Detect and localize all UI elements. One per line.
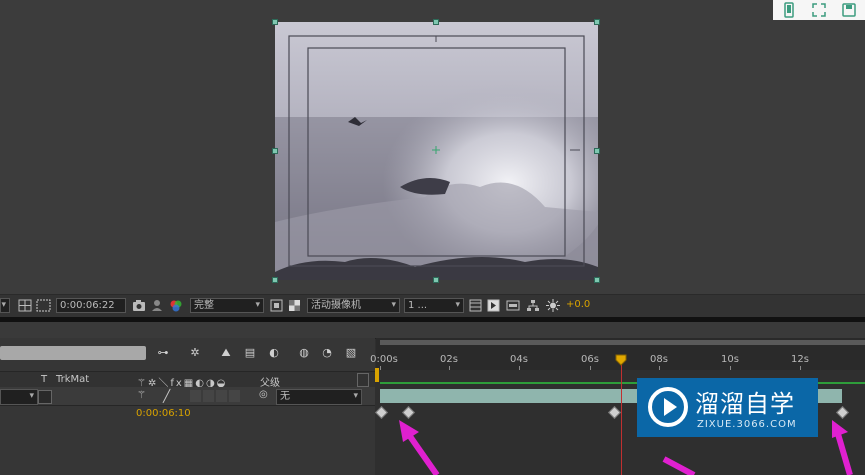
mask-visibility-icon[interactable] xyxy=(36,299,51,312)
work-area-bar[interactable] xyxy=(380,340,865,345)
viewer-toolbar: 0:00:06:22 完整 活动摄像机 1 ... +0.0 xyxy=(0,294,865,317)
camera-view-dropdown[interactable]: 活动摄像机 xyxy=(307,298,400,313)
ruler-tick xyxy=(659,366,660,370)
transform-handle-bottom-left[interactable] xyxy=(272,277,278,283)
motion-blur-switch[interactable] xyxy=(216,390,227,402)
trkmat-column-label: TrkMat xyxy=(56,374,90,385)
frame-blending-icon[interactable]: ▤ xyxy=(242,346,258,360)
ruler-tick xyxy=(380,366,381,370)
exposure-value[interactable]: +0.0 xyxy=(566,299,590,314)
keyframe-property-row: 0:00:06:10 xyxy=(0,405,375,421)
ruler-label: 08s xyxy=(650,354,668,365)
magnification-dropdown[interactable] xyxy=(0,298,10,313)
composition-mini-flowchart-icon[interactable]: ⊶ xyxy=(155,346,171,360)
motion-blur-icon[interactable]: ◐ xyxy=(266,346,282,360)
transform-handle-top-left[interactable] xyxy=(272,19,278,25)
layer-mode-dropdown[interactable] xyxy=(0,389,38,405)
graph-editor-icon[interactable]: ▧ xyxy=(343,346,359,360)
ruler-label: 12s xyxy=(791,354,809,365)
fast-preview-icon[interactable] xyxy=(487,299,500,312)
transform-handle-right[interactable] xyxy=(594,148,600,154)
ruler-label: 02s xyxy=(440,354,458,365)
track-matte-t-label: T xyxy=(41,374,48,385)
snapshot-camera-icon[interactable] xyxy=(132,299,146,312)
current-time-indicator-line xyxy=(621,362,622,475)
ruler-tick xyxy=(800,366,801,370)
shy-switch-icon[interactable]: ⚚ xyxy=(137,390,146,401)
property-time-value[interactable]: 0:00:06:10 xyxy=(136,408,191,419)
column-resize-box[interactable] xyxy=(357,373,369,387)
flowchart-icon[interactable] xyxy=(526,299,540,312)
transform-handle-top-right[interactable] xyxy=(594,19,600,25)
ruler-tick xyxy=(449,366,450,370)
grid-guides-icon[interactable] xyxy=(18,299,32,312)
current-time-indicator[interactable] xyxy=(615,354,627,366)
watermark-title: 溜溜自学 xyxy=(695,390,795,418)
show-snapshot-icon[interactable] xyxy=(151,299,163,312)
current-time-field[interactable]: 0:00:06:22 xyxy=(56,298,126,313)
annotation-arrow xyxy=(662,456,696,475)
transform-handle-top[interactable] xyxy=(433,19,439,25)
brainstorm-icon[interactable]: ◍ xyxy=(296,346,312,360)
save-icon[interactable] xyxy=(841,2,857,18)
annotation-arrow xyxy=(832,420,853,475)
corner-toolbar xyxy=(773,0,865,20)
channel-rgb-icon[interactable] xyxy=(169,299,183,312)
ruler-tick xyxy=(590,366,591,370)
ruler-label: 06s xyxy=(581,354,599,365)
play-logo-icon xyxy=(648,387,688,427)
phone-icon[interactable] xyxy=(781,2,797,18)
pick-whip-icon[interactable]: ◎ xyxy=(259,389,268,400)
parent-dropdown[interactable]: 无 xyxy=(276,389,362,405)
frame-blend-switch[interactable] xyxy=(203,390,214,402)
fullscreen-icon[interactable] xyxy=(811,2,827,18)
transform-handle-left[interactable] xyxy=(272,148,278,154)
exposure-icon[interactable] xyxy=(546,299,560,312)
ruler-label: 04s xyxy=(510,354,528,365)
ruler-label: 10s xyxy=(721,354,739,365)
watermark-logo: 溜溜自学 ZIXUE.3066.COM xyxy=(637,378,818,437)
transparency-grid-icon[interactable] xyxy=(288,299,301,312)
region-of-interest-icon[interactable] xyxy=(270,299,283,312)
annotation-arrow xyxy=(399,420,440,475)
trkmat-toggle[interactable] xyxy=(38,390,52,404)
ruler-label: 0:00s xyxy=(370,354,398,365)
fx-switch[interactable] xyxy=(190,390,201,402)
timeline-window-icon[interactable] xyxy=(506,299,520,312)
quality-switch-icon[interactable]: ╱ xyxy=(163,389,170,403)
ocean-wave-image xyxy=(275,22,598,280)
timeline-tab-strip xyxy=(0,322,865,339)
adjustment-switch[interactable] xyxy=(229,390,240,402)
layer-search-input[interactable] xyxy=(0,346,146,360)
hide-shy-layers-icon[interactable]: ⛰ xyxy=(218,346,234,360)
view-layout-dropdown[interactable]: 1 ... xyxy=(404,298,464,313)
draft-3d-icon[interactable]: ✲ xyxy=(187,346,203,360)
layer-row[interactable]: ⚚ ╱ ◎ 无 xyxy=(0,387,375,406)
composition-frame[interactable] xyxy=(275,22,598,280)
toggle-pixel-aspect-icon[interactable] xyxy=(469,299,482,312)
watermark-url: ZIXUE.3066.COM xyxy=(697,419,797,430)
ruler-tick xyxy=(730,366,731,370)
resolution-dropdown[interactable]: 完整 xyxy=(190,298,264,313)
transform-handle-bottom[interactable] xyxy=(433,277,439,283)
work-area-start-bracket[interactable] xyxy=(375,368,379,382)
transform-handle-bottom-right[interactable] xyxy=(594,277,600,283)
ruler-tick xyxy=(519,366,520,370)
auto-keyframe-icon[interactable]: ◔ xyxy=(319,346,335,360)
